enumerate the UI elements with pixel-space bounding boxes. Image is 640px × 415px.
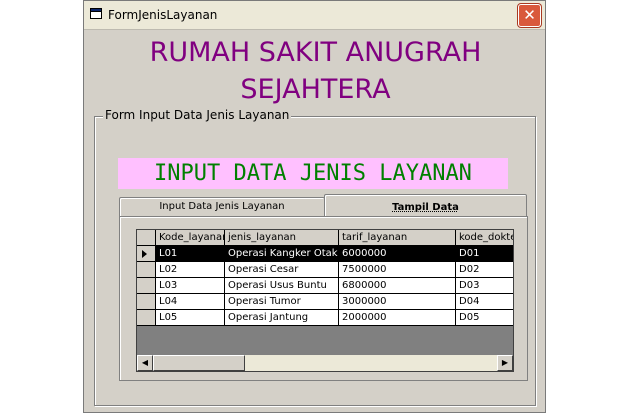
cell-kode-layanan[interactable]: L01: [156, 246, 225, 262]
scroll-right-button[interactable]: ▶: [497, 355, 513, 371]
current-row-arrow-icon: [142, 250, 147, 258]
scroll-thumb[interactable]: [153, 355, 245, 371]
column-header[interactable]: Kode_layanan: [156, 230, 225, 246]
close-button[interactable]: ✕: [518, 4, 541, 27]
window-title: FormJenisLayanan: [108, 8, 218, 22]
cell-jenis-layanan[interactable]: Operasi Jantung: [225, 310, 339, 326]
data-grid[interactable]: Kode_layanan jenis_layanan tarif_layanan…: [136, 229, 514, 372]
cell-jenis-layanan[interactable]: Operasi Usus Buntu: [225, 278, 339, 294]
cell-jenis-layanan[interactable]: Operasi Tumor: [225, 294, 339, 310]
cell-kode-layanan[interactable]: L04: [156, 294, 225, 310]
cell-kode-dokter[interactable]: D02: [456, 262, 513, 278]
cell-kode-dokter[interactable]: D05: [456, 310, 513, 326]
cell-tarif-layanan[interactable]: 6800000: [339, 278, 456, 294]
header-corner: [137, 230, 156, 246]
cell-tarif-layanan[interactable]: 3000000: [339, 294, 456, 310]
cell-tarif-layanan[interactable]: 6000000: [339, 246, 456, 262]
hospital-name-line2: SEJAHTERA: [240, 74, 391, 105]
horizontal-scrollbar[interactable]: ◀ ▶: [137, 355, 513, 371]
cell-tarif-layanan[interactable]: 7500000: [339, 262, 456, 278]
cell-kode-layanan[interactable]: L05: [156, 310, 225, 326]
cell-kode-dokter[interactable]: D04: [456, 294, 513, 310]
column-header[interactable]: tarif_layanan: [339, 230, 456, 246]
cell-kode-layanan[interactable]: L03: [156, 278, 225, 294]
banner-title: INPUT DATA JENIS LAYANAN: [118, 158, 508, 189]
cell-jenis-layanan[interactable]: Operasi Cesar: [225, 262, 339, 278]
row-indicator: [137, 310, 156, 326]
row-indicator: [137, 246, 156, 262]
cell-kode-dokter[interactable]: D01: [456, 246, 513, 262]
cell-jenis-layanan[interactable]: Operasi Kangker Otak: [225, 246, 339, 262]
column-header[interactable]: jenis_layanan: [225, 230, 339, 246]
title-bar[interactable]: FormJenisLayanan ✕: [84, 1, 545, 30]
cell-kode-layanan[interactable]: L02: [156, 262, 225, 278]
row-indicator: [137, 278, 156, 294]
tab-input-data[interactable]: Input Data Jenis Layanan: [119, 197, 325, 217]
row-indicator: [137, 262, 156, 278]
window-icon: [90, 8, 102, 19]
frame-label: Form Input Data Jenis Layanan: [103, 108, 292, 122]
tab-tampil-data[interactable]: Tampil Data: [324, 194, 527, 217]
cell-tarif-layanan[interactable]: 2000000: [339, 310, 456, 326]
hospital-name-line1: RUMAH SAKIT ANUGRAH: [149, 37, 482, 68]
scroll-left-button[interactable]: ◀: [137, 355, 153, 371]
column-header[interactable]: kode_dokter: [456, 230, 513, 246]
form-jenis-layanan-window: FormJenisLayanan ✕ RUMAH SAKIT ANUGRAH S…: [83, 0, 546, 413]
cell-kode-dokter[interactable]: D03: [456, 278, 513, 294]
row-indicator: [137, 294, 156, 310]
